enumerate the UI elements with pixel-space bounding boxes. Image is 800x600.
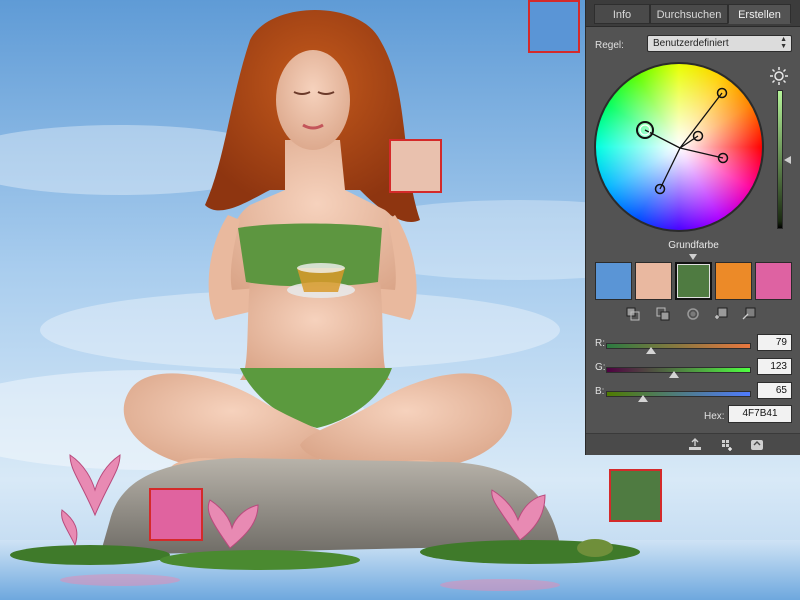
online-info-icon[interactable]: [750, 438, 764, 451]
blue-label: B:: [595, 386, 605, 397]
add-to-themes-icon[interactable]: [742, 307, 756, 321]
set-background-color-icon[interactable]: [656, 307, 670, 321]
brightness-sun-icon: [770, 67, 788, 85]
updown-arrows-icon: ▲ ▼: [780, 36, 787, 50]
brightness-slider[interactable]: [777, 90, 783, 229]
theme-swatch-5[interactable]: [755, 262, 792, 300]
sample-square-pink: [149, 488, 203, 541]
red-label: R:: [595, 338, 605, 349]
color-wheel-markers: [636, 87, 729, 195]
tab-info[interactable]: Info: [594, 4, 650, 24]
red-slider-row: R: 79: [586, 334, 800, 358]
upload-icon[interactable]: [688, 438, 702, 451]
base-color-indicator-icon: [689, 254, 697, 260]
blue-value-input[interactable]: 65: [757, 382, 792, 399]
hex-value-input[interactable]: 4F7B41: [728, 405, 792, 423]
save-theme-icon[interactable]: [719, 438, 733, 451]
green-slider-thumb[interactable]: [669, 371, 679, 378]
swatch-tools-row: [586, 307, 800, 323]
add-to-swatches-icon[interactable]: [714, 307, 728, 321]
green-label: G:: [595, 362, 606, 373]
green-value-input[interactable]: 123: [757, 358, 792, 375]
sample-square-green: [609, 469, 662, 522]
green-slider-row: G: 123: [586, 358, 800, 382]
rule-dropdown-value: Benutzerdefiniert: [653, 38, 729, 49]
rule-label: Regel:: [595, 40, 624, 51]
tab-erstellen[interactable]: Erstellen: [728, 4, 791, 24]
hex-label: Hex:: [704, 411, 725, 422]
panel-tab-bar: Info Durchsuchen Erstellen: [586, 0, 800, 27]
rule-dropdown[interactable]: Benutzerdefiniert ▲ ▼: [647, 35, 792, 52]
sample-square-skin: [389, 139, 442, 193]
color-wheel[interactable]: [594, 62, 764, 232]
blue-slider-row: B: 65: [586, 382, 800, 406]
blue-slider-thumb[interactable]: [638, 395, 648, 402]
theme-swatch-3[interactable]: [675, 262, 712, 300]
kuler-panel: Info Durchsuchen Erstellen Regel: Benutz…: [585, 0, 800, 455]
sample-square-blue: [528, 0, 580, 53]
swap-color-icon[interactable]: [686, 307, 700, 321]
red-slider-track[interactable]: [606, 343, 751, 349]
blue-slider-track[interactable]: [606, 391, 751, 397]
base-color-label: Grundfarbe: [668, 240, 719, 251]
tab-durchsuchen[interactable]: Durchsuchen: [650, 4, 728, 24]
red-slider-thumb[interactable]: [646, 347, 656, 354]
theme-swatch-1[interactable]: [595, 262, 632, 300]
theme-swatch-4[interactable]: [715, 262, 752, 300]
color-theme-row: [595, 262, 792, 300]
set-foreground-color-icon[interactable]: [626, 307, 640, 321]
theme-swatch-2[interactable]: [635, 262, 672, 300]
red-value-input[interactable]: 79: [757, 334, 792, 351]
panel-bottom-bar: [586, 433, 800, 455]
brightness-slider-thumb[interactable]: [784, 156, 791, 164]
